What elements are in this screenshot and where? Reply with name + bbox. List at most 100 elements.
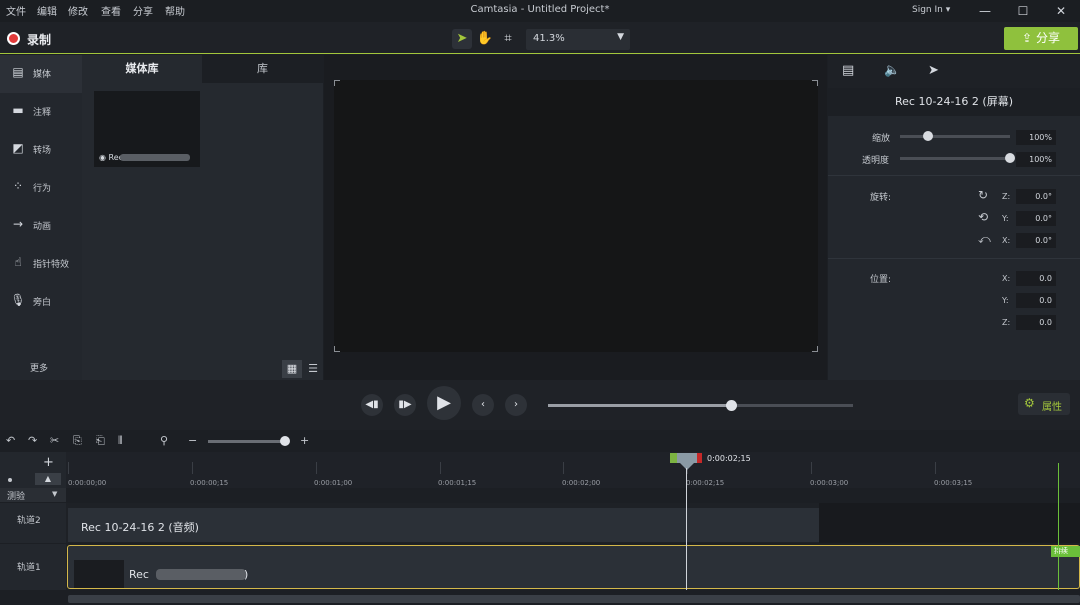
opacity-slider-track[interactable] (900, 157, 1010, 160)
position-y-axis: Y: (1002, 296, 1009, 305)
scale-slider-knob[interactable] (922, 131, 933, 141)
sidebar-item-animations[interactable]: → 动画 (0, 207, 82, 245)
camtasia-window: 文件 编辑 修改 查看 分享 帮助 Camtasia - Untitled Pr… (0, 0, 1080, 605)
end-marker-badge[interactable]: 持续 (1051, 546, 1080, 557)
selection-end-handle[interactable] (697, 453, 702, 463)
position-z-input[interactable]: 0.0 (1016, 315, 1056, 330)
zoom-in-icon[interactable]: + (300, 434, 309, 447)
more-button[interactable]: 更多 (30, 361, 48, 374)
maximize-button[interactable]: ☐ (1010, 2, 1036, 20)
record-icon[interactable] (7, 32, 20, 45)
sidebar-item-label: 媒体 (33, 70, 52, 80)
canvas-handle[interactable] (334, 346, 340, 352)
add-track-button[interactable]: + (43, 455, 54, 470)
rotation-y-input[interactable]: 0.0° (1016, 211, 1056, 226)
timeline-zoom-slider[interactable] (208, 440, 288, 443)
list-view-icon[interactable]: ☰ (306, 360, 320, 378)
zoom-out-icon[interactable]: − (188, 434, 197, 447)
ruler-tick-label: 0:00:00;00 (68, 479, 107, 487)
next-icon[interactable]: › (505, 394, 527, 416)
canvas-handle[interactable] (812, 346, 818, 352)
opacity-input[interactable]: 100% (1016, 152, 1056, 167)
share-button[interactable]: ⇪ 分享 (1004, 27, 1078, 50)
split-icon[interactable]: ⫴ (118, 434, 123, 448)
playhead-pointer[interactable] (679, 462, 695, 470)
animation-icon: → (12, 217, 24, 231)
video-clip-thumbnail (74, 560, 124, 588)
step-back-icon[interactable]: ◀▮ (361, 394, 383, 416)
paste-icon[interactable]: ⎗ (96, 434, 105, 448)
annotation-icon: ▬ (12, 103, 24, 117)
playback-controls: ◀▮ ▮▶ ▶ ‹ › ⚙ 属性 (0, 380, 1080, 430)
scale-label: 缩放 (872, 134, 891, 144)
tab-media-bin[interactable]: 媒体库 (82, 55, 202, 83)
position-z-axis: Z: (1002, 318, 1011, 327)
sidebar-item-label: 旁白 (33, 298, 52, 308)
canvas-handle[interactable] (812, 80, 818, 86)
sidebar-item-media[interactable]: ▤ 媒体 (0, 55, 82, 93)
undo-icon[interactable]: ↶ (6, 434, 15, 447)
sidebar-item-annotations[interactable]: ▬ 注释 (0, 93, 82, 131)
record-button[interactable]: 录制 (27, 31, 51, 48)
minimize-button[interactable]: — (972, 2, 998, 20)
rotation-x-input[interactable]: 0.0° (1016, 233, 1056, 248)
cursor-properties-icon[interactable]: ➤ (928, 63, 939, 78)
copy-icon[interactable]: ⎘ (73, 434, 82, 448)
sidebar-item-transitions[interactable]: ◩ 转场 (0, 131, 82, 169)
properties-button[interactable]: ⚙ 属性 (1018, 393, 1070, 415)
play-icon[interactable]: ▶ (427, 386, 461, 420)
previous-icon[interactable]: ‹ (472, 394, 494, 416)
behavior-icon: ⁘ (12, 179, 24, 193)
playback-knob[interactable] (726, 400, 737, 411)
opacity-slider-knob[interactable] (1005, 153, 1015, 163)
track-name-1: 轨道1 (17, 563, 41, 573)
search-icon[interactable]: ⚲ (160, 434, 168, 447)
video-clip[interactable] (67, 545, 1080, 589)
chevron-down-icon: ▼ (617, 32, 624, 42)
position-y-input[interactable]: 0.0 (1016, 293, 1056, 308)
ruler-tick-label: 0:00:00;15 (190, 479, 229, 487)
select-tool-icon[interactable]: ➤ (452, 29, 472, 49)
pan-hand-icon[interactable]: ✋ (475, 29, 495, 49)
track-name-2: 轨道2 (17, 516, 41, 526)
cut-icon[interactable]: ✂ (50, 434, 59, 447)
collapse-tracks-button[interactable]: ▲ (35, 473, 61, 485)
ruler-tick (68, 462, 69, 474)
timeline-zoom-knob[interactable] (280, 436, 290, 446)
rotation-z-input[interactable]: 0.0° (1016, 189, 1056, 204)
share-label: 分享 (1035, 31, 1060, 45)
sidebar-item-voice-narration[interactable]: 🎙 旁白 (0, 283, 82, 321)
sidebar-item-cursor-effects[interactable]: ☝ 指针特效 (0, 245, 82, 283)
playback-progress (548, 404, 731, 407)
scale-input[interactable]: 100% (1016, 130, 1056, 145)
playhead-line (686, 468, 687, 590)
time-ruler[interactable]: 0:00:00;00 0:00:00;15 0:00:01;00 0:00:01… (66, 452, 1080, 488)
sidebar-item-label: 行为 (33, 184, 52, 194)
empty-track-area (819, 503, 1080, 543)
audio-properties-icon[interactable]: 🔈 (884, 63, 900, 78)
rotate-z-icon: ↻ (978, 188, 989, 202)
preview-canvas[interactable] (334, 80, 818, 352)
marker-dot-icon (8, 478, 12, 482)
position-x-input[interactable]: 0.0 (1016, 271, 1056, 286)
step-forward-icon[interactable]: ▮▶ (394, 394, 416, 416)
scale-slider-track[interactable] (900, 135, 1010, 138)
sidebar-item-label: 动画 (33, 222, 52, 232)
end-marker-line (1058, 463, 1059, 590)
sign-in-button[interactable]: Sign In ▾ (912, 5, 950, 15)
visual-properties-icon[interactable]: ▤ (842, 63, 854, 78)
redo-icon[interactable]: ↷ (28, 434, 37, 447)
canvas-handle[interactable] (334, 80, 340, 86)
grid-view-icon[interactable]: ▦ (282, 360, 302, 378)
timeline-scrollbar[interactable] (68, 595, 1080, 603)
playhead-time: 0:00:02;15 (707, 454, 751, 463)
canvas-area (324, 55, 827, 380)
crop-icon[interactable]: ⌗ (498, 29, 518, 49)
ruler-tick-label: 0:00:02;15 (686, 479, 725, 487)
chevron-down-icon[interactable]: ▼ (52, 490, 57, 498)
zoom-dropdown[interactable]: 41.3% ▼ (526, 29, 630, 50)
redacted-filename (156, 569, 246, 580)
sidebar-item-behaviors[interactable]: ⁘ 行为 (0, 169, 82, 207)
tab-library[interactable]: 库 (202, 55, 323, 83)
close-button[interactable]: ✕ (1048, 2, 1074, 20)
